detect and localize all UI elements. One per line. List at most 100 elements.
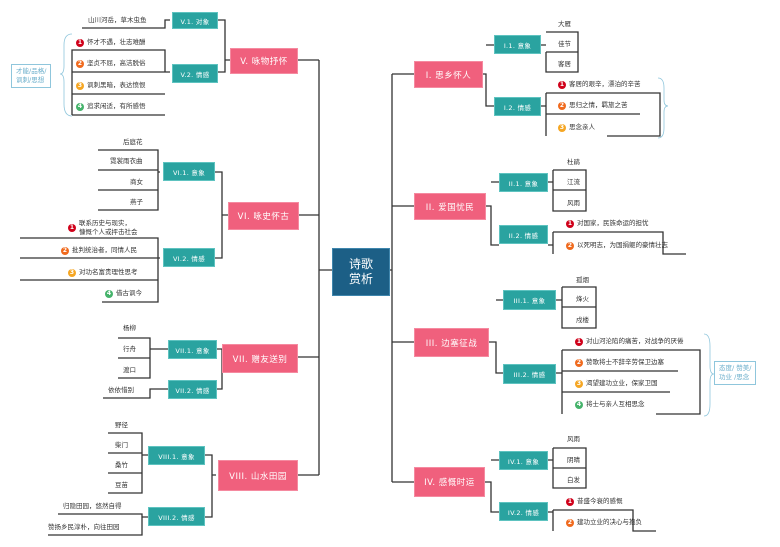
leaf-vi-1-3[interactable]: 商女: [130, 178, 143, 187]
leaf-i-2-3[interactable]: 3 思念亲人: [558, 123, 595, 133]
number-badge-2: 2: [61, 246, 69, 255]
branch-vii-label: VII. 赠友送别: [232, 354, 288, 365]
leaf-iv-2-2[interactable]: 2 建功立业的决心与抱负: [566, 518, 642, 528]
sub-iii-2[interactable]: III.2. 情感: [503, 364, 556, 384]
leaf-iii-1-3[interactable]: 戍楼: [576, 316, 589, 325]
branch-viii[interactable]: VIII. 山水田园: [218, 460, 298, 491]
leaf-v-2-3[interactable]: 3 讽刺黑暗，表达愤恨: [76, 81, 146, 91]
leaf-text: 借古讽今: [116, 289, 142, 297]
sub-viii-2[interactable]: VIII.2. 情感: [148, 507, 205, 526]
number-badge-1: 1: [558, 80, 566, 89]
leaf-vi-2-3[interactable]: 3 对功名富贵理性思考: [68, 268, 138, 278]
number-badge-4: 4: [76, 102, 84, 111]
leaf-viii-1-1[interactable]: 野径: [115, 421, 128, 430]
leaf-ii-2-2[interactable]: 2 以死明志，为国捐躯的豪情壮志: [566, 241, 668, 251]
number-badge-3: 3: [558, 123, 566, 132]
branch-i[interactable]: I. 思乡怀人: [414, 61, 483, 88]
sub-iii-1[interactable]: III.1. 意象: [503, 290, 556, 310]
leaf-vi-1-4[interactable]: 燕子: [130, 198, 143, 207]
branch-vi[interactable]: VI. 咏史怀古: [228, 202, 299, 230]
leaf-vi-2-4[interactable]: 4 借古讽今: [105, 289, 142, 299]
sub-i-1[interactable]: I.1. 意象: [494, 35, 541, 54]
summary-note-v[interactable]: 才能/品格/ 讽刺/思想: [11, 64, 52, 88]
leaf-viii-2-2[interactable]: 赞扬乡民淳朴，向往田园: [48, 523, 120, 532]
branch-ii[interactable]: II. 爱国忧民: [414, 193, 486, 220]
number-badge-1: 1: [575, 337, 583, 346]
leaf-text: 对国家，民族命运的担忧: [577, 219, 649, 227]
leaf-ii-2-1[interactable]: 1 对国家，民族命运的担忧: [566, 219, 649, 229]
leaf-vi-2-1[interactable]: 1 联系历史与现实， 慷慨个人或抨击社会: [68, 219, 138, 237]
sub-vii-2[interactable]: VII.2. 情感: [168, 380, 217, 399]
branch-iv[interactable]: IV. 感慨时运: [414, 467, 485, 497]
sub-iv-1[interactable]: IV.1. 意象: [499, 451, 548, 470]
sub-iii-1-label: III.1. 意象: [513, 297, 546, 305]
leaf-ii-1-3[interactable]: 风雨: [567, 199, 580, 208]
leaf-vi-1-2[interactable]: 霓裳雨衣曲: [110, 157, 143, 166]
sub-vii-2-label: VII.2. 情感: [175, 386, 210, 395]
leaf-iii-2-3[interactable]: 3 渴望建功立业，保家卫国: [575, 379, 658, 389]
branch-ii-label: II. 爱国忧民: [425, 202, 475, 213]
leaf-i-1-3[interactable]: 客居: [558, 60, 571, 69]
leaf-vii-1-2[interactable]: 行舟: [123, 345, 136, 354]
branch-vii[interactable]: VII. 赠友送别: [222, 344, 298, 373]
sub-viii-1[interactable]: VIII.1. 意象: [148, 446, 205, 465]
leaf-viii-1-3[interactable]: 桑竹: [115, 461, 128, 470]
root-title-line2: 赏析: [348, 272, 373, 286]
leaf-v-1-1[interactable]: 山川河岳，草木虫鱼: [88, 16, 147, 25]
number-badge-1: 1: [68, 224, 76, 232]
leaf-vii-1-1[interactable]: 杨柳: [123, 324, 136, 333]
leaf-iv-1-2[interactable]: 阴晴: [567, 456, 580, 465]
branch-v[interactable]: V. 咏物抒怀: [230, 48, 298, 74]
branch-viii-label: VIII. 山水田园: [229, 471, 287, 482]
leaf-i-1-1[interactable]: 大雁: [558, 20, 571, 29]
leaf-text: 怀才不遇，壮志难酬: [87, 38, 146, 46]
sub-v-2[interactable]: V.2. 情感: [172, 64, 218, 83]
root-node[interactable]: 诗歌 赏析: [332, 248, 390, 296]
number-badge-3: 3: [575, 379, 583, 388]
leaf-iii-2-4[interactable]: 4 将士与亲人互相思念: [575, 400, 645, 410]
leaf-viii-1-4[interactable]: 豆苗: [115, 481, 128, 490]
leaf-viii-2-1[interactable]: 归隐田园，悠然自得: [63, 502, 122, 511]
leaf-iv-2-1[interactable]: 1 昔盛今衰的感慨: [566, 497, 623, 507]
leaf-v-2-1[interactable]: 1 怀才不遇，壮志难酬: [76, 38, 146, 48]
leaf-iv-1-3[interactable]: 白发: [567, 476, 580, 485]
branch-iii[interactable]: III. 边塞征战: [414, 328, 489, 357]
leaf-text: 思归之情，羁旅之苦: [569, 101, 628, 109]
sub-i-2[interactable]: I.2. 情感: [494, 97, 541, 116]
summary-note-iii[interactable]: 态度/ 赞美/ 功业 /思念: [714, 361, 757, 385]
sub-i-2-label: I.2. 情感: [503, 103, 532, 112]
sub-vi-2-label: VI.2. 情感: [172, 254, 206, 263]
leaf-viii-1-2[interactable]: 柴门: [115, 441, 128, 450]
sub-v-1[interactable]: V.1. 对象: [172, 12, 218, 29]
leaf-ii-1-1[interactable]: 杜鹃: [567, 158, 580, 167]
sub-v-1-label: V.1. 对象: [180, 17, 210, 26]
sub-ii-2[interactable]: II.2. 情感: [499, 225, 548, 244]
leaf-iv-1-1[interactable]: 风雨: [567, 435, 580, 444]
sub-vi-2[interactable]: VI.2. 情感: [163, 248, 215, 267]
number-badge-2: 2: [566, 518, 574, 527]
leaf-v-2-4[interactable]: 4 追求闲适，有所感悟: [76, 102, 146, 112]
leaf-vii-1-3[interactable]: 渡口: [123, 366, 136, 375]
sub-iv-2[interactable]: IV.2. 情感: [499, 502, 548, 521]
leaf-iii-1-1[interactable]: 孤烟: [576, 276, 589, 285]
leaf-v-2-2[interactable]: 2 坚贞不屈，高洁脱俗: [76, 59, 146, 69]
leaf-i-2-1[interactable]: 1 客居的艰辛，漂泊的辛苦: [558, 80, 641, 90]
sub-ii-1[interactable]: II.1. 意象: [499, 173, 548, 192]
leaf-text: 追求闲适，有所感悟: [87, 102, 146, 110]
number-badge-1: 1: [76, 38, 84, 47]
leaf-text: 客居的艰辛，漂泊的辛苦: [569, 80, 641, 88]
leaf-i-1-2[interactable]: 佳节: [558, 40, 571, 49]
sub-viii-2-label: VIII.2. 情感: [158, 513, 195, 522]
leaf-vi-1-1[interactable]: 后庭花: [123, 138, 143, 147]
leaf-i-2-2[interactable]: 2 思归之情，羁旅之苦: [558, 101, 628, 111]
leaf-iii-2-1[interactable]: 1 对山河沦陷的痛苦，对战争的厌倦: [575, 337, 684, 347]
leaf-vi-2-2[interactable]: 2 批判统治者，同情人民: [61, 246, 137, 256]
leaf-iii-2-2[interactable]: 2 赞歌将士不辞辛劳保卫边塞: [575, 358, 664, 368]
sub-vii-1[interactable]: VII.1. 意象: [168, 340, 217, 359]
leaf-iii-1-2[interactable]: 烽火: [576, 295, 589, 304]
leaf-text: 昔盛今衰的感慨: [577, 497, 623, 505]
leaf-vii-2-1[interactable]: 依依惜别: [108, 386, 134, 395]
sub-vi-1[interactable]: VI.1. 意象: [163, 162, 215, 181]
sub-vii-1-label: VII.1. 意象: [175, 346, 210, 355]
leaf-ii-1-2[interactable]: 江流: [567, 178, 580, 187]
